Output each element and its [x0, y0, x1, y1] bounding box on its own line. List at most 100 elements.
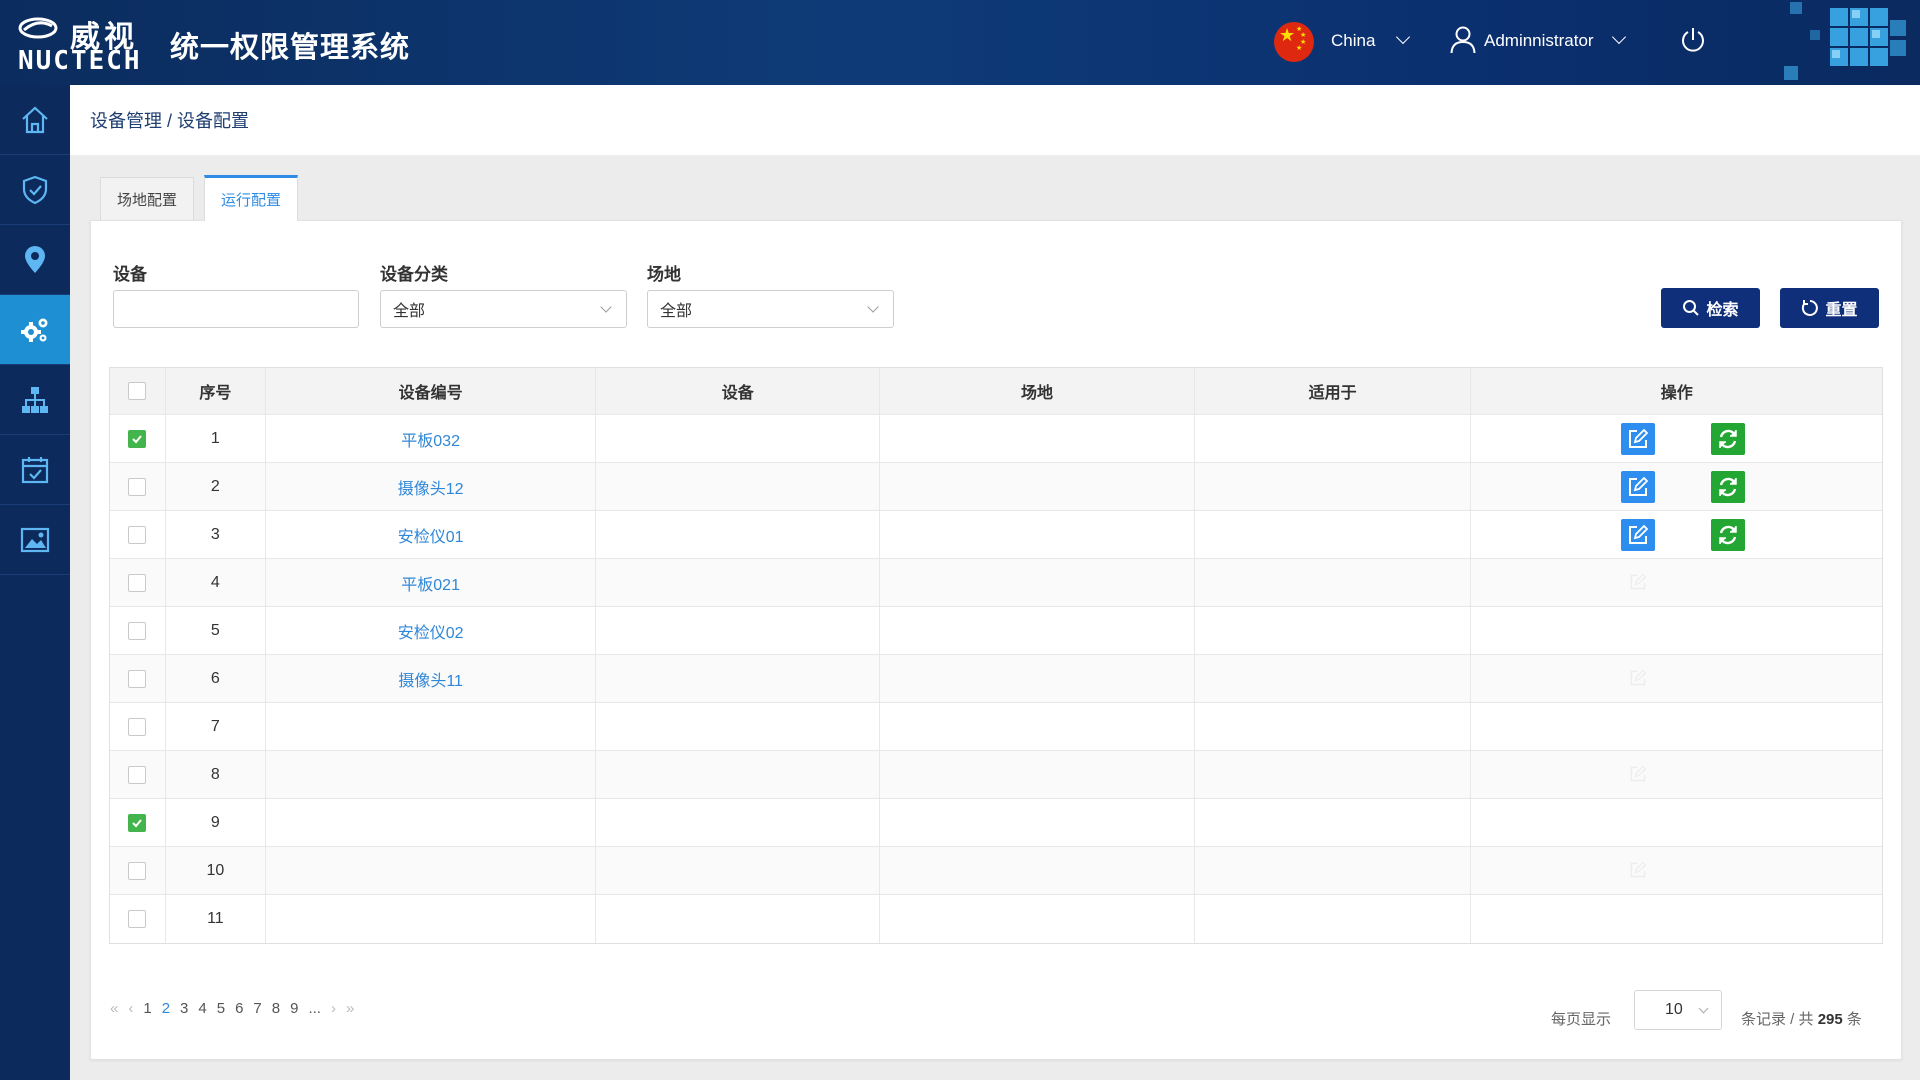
- table-row: 8: [110, 751, 1882, 799]
- device-code-link[interactable]: [266, 703, 597, 750]
- sidebar-item-security[interactable]: [0, 155, 70, 225]
- row-checkbox[interactable]: [128, 910, 147, 928]
- site-cell: [880, 415, 1195, 462]
- row-checkbox[interactable]: [128, 525, 147, 544]
- home-icon: [22, 106, 48, 133]
- device-code-link[interactable]: [266, 847, 597, 894]
- next-page-button[interactable]: ›: [331, 1000, 336, 1017]
- user-chevron-down-icon[interactable]: [1611, 29, 1627, 45]
- edit-icon: [1629, 428, 1649, 448]
- row-select-cell: [110, 415, 166, 462]
- device-code-link[interactable]: 摄像头11: [266, 655, 597, 702]
- table-row: 10: [110, 847, 1882, 895]
- page-number-button[interactable]: 2: [162, 1000, 170, 1017]
- sidebar-item-schedule[interactable]: [0, 435, 70, 505]
- site-cell: [880, 799, 1195, 846]
- row-checkbox[interactable]: [128, 765, 147, 784]
- refresh-button[interactable]: [1711, 519, 1746, 551]
- reset-button-label: 重置: [1825, 302, 1858, 319]
- site-select[interactable]: 全部: [647, 290, 894, 328]
- category-select-value: 全部: [393, 303, 426, 320]
- site-cell: [880, 607, 1195, 654]
- device-code-link[interactable]: 安检仪01: [266, 511, 597, 558]
- page-number-button[interactable]: 1: [143, 1000, 151, 1017]
- last-page-button[interactable]: »: [346, 1000, 354, 1017]
- row-checkbox[interactable]: [128, 477, 147, 496]
- prev-page-button[interactable]: ‹: [128, 1000, 133, 1017]
- edit-icon: [1629, 476, 1649, 496]
- row-index: 2: [166, 463, 266, 510]
- row-select-cell: [110, 463, 166, 510]
- edit-button[interactable]: [1621, 423, 1656, 455]
- sidebar-item-device-config[interactable]: [0, 295, 70, 365]
- country-selector[interactable]: China: [1331, 31, 1375, 51]
- sidebar-item-location[interactable]: [0, 225, 70, 295]
- actions-cell: [1471, 463, 1882, 510]
- records-label: 条记录 / 共: [1741, 1011, 1814, 1028]
- row-checkbox[interactable]: [128, 717, 147, 736]
- edit-icon-disabled: [1631, 573, 1647, 590]
- device-code-link[interactable]: 安检仪02: [266, 607, 597, 654]
- refresh-button[interactable]: [1711, 471, 1746, 503]
- actions-cell: [1471, 559, 1882, 606]
- device-code-link[interactable]: 摄像头12: [266, 463, 597, 510]
- nuctech-logo[interactable]: 威视 NUCTECH: [16, 12, 146, 76]
- sidebar-item-images[interactable]: [0, 505, 70, 575]
- row-checkbox[interactable]: [128, 669, 147, 688]
- device-filter-input[interactable]: [113, 290, 359, 328]
- power-icon[interactable]: [1680, 26, 1706, 54]
- applies-to-cell: [1195, 655, 1472, 702]
- site-cell: [880, 751, 1195, 798]
- device-code-link[interactable]: [266, 895, 597, 943]
- device-cell: [596, 799, 881, 846]
- refresh-button[interactable]: [1711, 423, 1746, 455]
- device-code-link[interactable]: [266, 751, 597, 798]
- search-button[interactable]: 检索: [1661, 288, 1760, 328]
- device-cell: [596, 463, 881, 510]
- row-select-cell: [110, 847, 166, 894]
- site-cell: [880, 511, 1195, 558]
- site-cell: [880, 703, 1195, 750]
- row-select-cell: [110, 607, 166, 654]
- page-number-button[interactable]: 9: [290, 1000, 298, 1017]
- page-size-select[interactable]: 10: [1634, 990, 1722, 1030]
- tab-run-config[interactable]: 运行配置: [204, 175, 299, 221]
- row-checkbox[interactable]: [128, 573, 147, 592]
- china-flag-icon[interactable]: ★ ★ ★ ★ ★: [1274, 22, 1314, 62]
- row-select-cell: [110, 799, 166, 846]
- row-select-cell: [110, 703, 166, 750]
- first-page-button[interactable]: «: [110, 1000, 118, 1017]
- row-checkbox[interactable]: [128, 621, 147, 640]
- reset-button[interactable]: 重置: [1780, 288, 1879, 328]
- row-index: 3: [166, 511, 266, 558]
- page-number-button[interactable]: 3: [180, 1000, 188, 1017]
- gears-icon: [21, 318, 48, 342]
- sidebar-item-organization[interactable]: [0, 365, 70, 435]
- edit-button[interactable]: [1621, 519, 1656, 551]
- actions-cell: [1471, 703, 1882, 750]
- tab-site-config[interactable]: 场地配置: [100, 177, 195, 221]
- device-code-link[interactable]: 平板032: [266, 415, 597, 462]
- row-checkbox[interactable]: [128, 429, 147, 448]
- page-number-button[interactable]: 5: [217, 1000, 225, 1017]
- row-checkbox[interactable]: [128, 861, 147, 880]
- device-cell: [596, 415, 881, 462]
- page-number-button[interactable]: 7: [253, 1000, 261, 1017]
- edit-button[interactable]: [1621, 471, 1656, 503]
- row-checkbox[interactable]: [128, 813, 147, 832]
- table-row: 5 安检仪02: [110, 607, 1882, 655]
- page-number-button[interactable]: 8: [272, 1000, 280, 1017]
- device-code-link[interactable]: [266, 799, 597, 846]
- category-filter-label: 设备分类: [380, 265, 448, 284]
- category-select[interactable]: 全部: [380, 290, 627, 328]
- sidebar-item-home[interactable]: [0, 85, 70, 155]
- device-code-link[interactable]: 平板021: [266, 559, 597, 606]
- select-all-cell: [110, 368, 166, 414]
- select-all-checkbox[interactable]: [128, 382, 147, 400]
- user-menu[interactable]: Adminnistrator: [1484, 31, 1594, 51]
- device-cell: [596, 607, 881, 654]
- page-number-button[interactable]: 4: [198, 1000, 206, 1017]
- country-chevron-down-icon[interactable]: [1395, 29, 1411, 45]
- page-number-button[interactable]: 6: [235, 1000, 243, 1017]
- chevron-down-icon: [1698, 1003, 1709, 1014]
